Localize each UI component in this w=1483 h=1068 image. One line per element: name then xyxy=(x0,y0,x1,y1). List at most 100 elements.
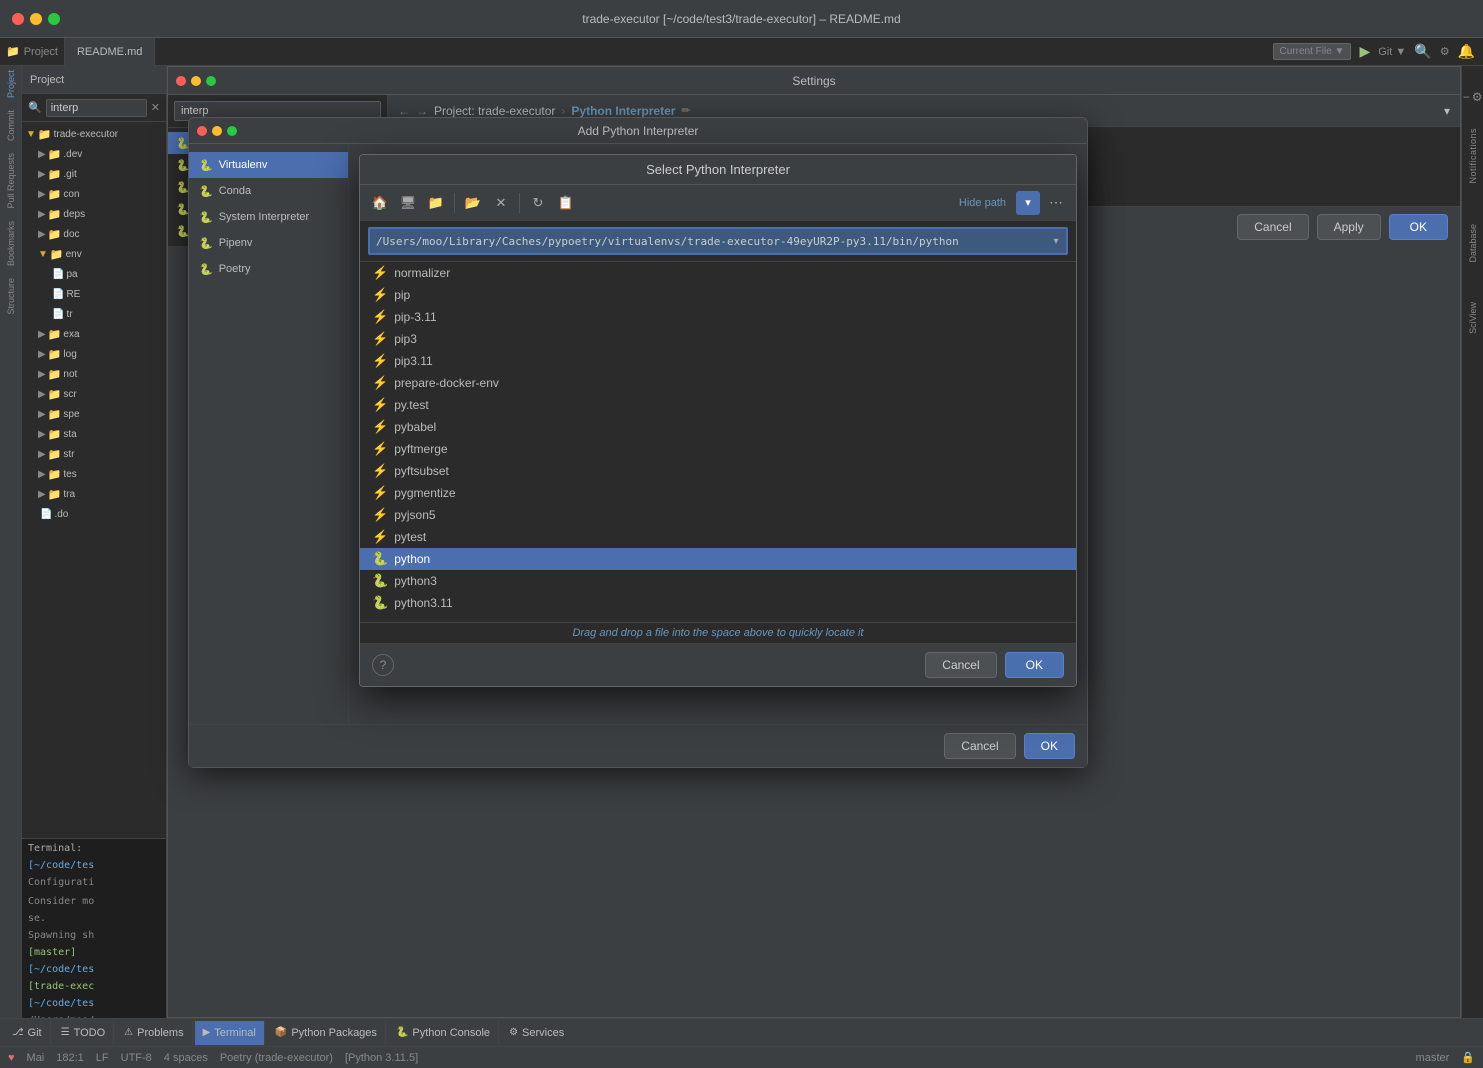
project-panel: Project 🔍 ✕ ▼ 📁 trade-executor ▶ 📁 .dev xyxy=(22,66,167,1018)
tree-item-git[interactable]: ▶ 📁 .git xyxy=(22,164,166,184)
breadcrumb-arrow-forward[interactable]: → xyxy=(416,104,428,118)
charset[interactable]: UTF-8 xyxy=(121,1052,152,1064)
settings-apply-button[interactable]: Apply xyxy=(1317,214,1381,240)
title-bar: trade-executor [~/code/test3/trade-execu… xyxy=(0,0,1483,38)
git-branch[interactable]: master xyxy=(1416,1052,1450,1064)
sciview-label[interactable]: SciView xyxy=(1468,302,1478,334)
maximize-button[interactable] xyxy=(48,13,60,25)
settings-ok-button[interactable]: OK xyxy=(1389,214,1448,240)
tab-services[interactable]: ⚙ Services xyxy=(501,1021,572,1045)
terminal-line: /Users/moo/ xyxy=(28,1013,160,1018)
tree-item-spe[interactable]: ▶ 📁 spe xyxy=(22,404,166,424)
add-interpreter-right-content: Select Python Interpreter 🏠 🖥 📁 xyxy=(388,144,1087,206)
tree-item-tra[interactable]: ▶ 📁 tra xyxy=(22,484,166,504)
sidebar-commit-icon[interactable]: Commit xyxy=(6,110,16,141)
terminal-line: [~/code/tes xyxy=(28,996,160,1011)
tree-item-trade-executor[interactable]: ▼ 📁 trade-executor xyxy=(22,124,166,144)
search-icon[interactable]: 🔍 xyxy=(1414,43,1431,60)
heart-icon: ♥ xyxy=(8,1052,15,1064)
tree-item-con[interactable]: ▶ 📁 con xyxy=(22,184,166,204)
copy-btn[interactable]: 📋 xyxy=(554,191,578,207)
select-python-interpreter-dialog: Select Python Interpreter 🏠 🖥 📁 xyxy=(388,154,1077,206)
close-button[interactable] xyxy=(12,13,24,25)
breadcrumb-project: Project: trade-executor xyxy=(434,104,555,118)
bottom-tabs-bar: ⎇ Git ☰ TODO ⚠ Problems ▶ Terminal 📦 Pyt… xyxy=(0,1018,1483,1046)
desktop-btn[interactable]: 🖥 xyxy=(396,191,420,207)
notifications-label[interactable]: Notifications xyxy=(1468,128,1478,184)
minus-icon[interactable]: − xyxy=(1463,90,1470,104)
settings-close-btn[interactable] xyxy=(176,76,186,86)
project-tree: ▼ 📁 trade-executor ▶ 📁 .dev ▶ 📁 .git ▶ 📁 xyxy=(22,122,166,838)
packages-tab-icon: 📦 xyxy=(275,1027,287,1038)
database-label[interactable]: Database xyxy=(1468,224,1478,263)
tab-python-console[interactable]: 🐍 Python Console xyxy=(388,1021,499,1045)
tree-item-scr[interactable]: ▶ 📁 scr xyxy=(22,384,166,404)
sidebar-structure-icon[interactable]: Structure xyxy=(6,278,16,315)
run-icon[interactable]: ▶ xyxy=(1359,43,1370,60)
settings-maximize-btn[interactable] xyxy=(206,76,216,86)
settings-cancel-button[interactable]: Cancel xyxy=(1237,214,1308,240)
todo-tab-icon: ☰ xyxy=(61,1027,70,1038)
tree-item-dev[interactable]: ▶ 📁 .dev xyxy=(22,144,166,164)
tree-item-str[interactable]: ▶ 📁 str xyxy=(22,444,166,464)
project-label: Project xyxy=(24,46,58,58)
line-endings[interactable]: LF xyxy=(96,1052,109,1064)
chevron-down-icon[interactable]: ▾ xyxy=(1444,104,1450,118)
tab-problems[interactable]: ⚠ Problems xyxy=(116,1021,192,1045)
refresh-btn[interactable]: ↻ xyxy=(526,191,550,207)
tab-git[interactable]: ⎇ Git xyxy=(4,1021,51,1045)
git-tab-icon: ⎇ xyxy=(12,1027,24,1038)
sidebar-project-icon[interactable]: Project xyxy=(6,70,16,98)
expand-btn[interactable]: ▾ xyxy=(1016,191,1040,207)
gear-icon[interactable]: ⚙ xyxy=(1472,90,1483,104)
tree-item-env[interactable]: ▼ 📁 env xyxy=(22,244,166,264)
terminal-line: [master] xyxy=(28,945,160,960)
file-icon: 📄 xyxy=(52,309,64,320)
cursor-position[interactable]: 182:1 xyxy=(56,1052,84,1064)
home-btn[interactable]: 🏠 xyxy=(388,191,392,207)
tab-readme[interactable]: README.md xyxy=(65,38,155,66)
breadcrumb-section: Python Interpreter xyxy=(571,104,675,118)
git-icon[interactable]: Git ▼ xyxy=(1378,46,1406,58)
tree-item-re[interactable]: 📄 RE xyxy=(22,284,166,304)
tab-python-packages[interactable]: 📦 Python Packages xyxy=(267,1021,386,1045)
python-env[interactable]: Poetry (trade-executor) xyxy=(220,1052,333,1064)
settings-minimize-btn[interactable] xyxy=(191,76,201,86)
current-file-btn[interactable]: Current File ▼ xyxy=(1273,43,1352,60)
sidebar-bookmarks-icon[interactable]: Bookmarks xyxy=(6,221,16,266)
status-bar: ♥ Mai 182:1 LF UTF-8 4 spaces Poetry (tr… xyxy=(0,1046,1483,1068)
search-input[interactable] xyxy=(46,99,147,117)
python-version[interactable]: [Python 3.11.5] xyxy=(345,1052,418,1064)
minimize-button[interactable] xyxy=(30,13,42,25)
tree-item-log[interactable]: ▶ 📁 log xyxy=(22,344,166,364)
breadcrumb-edit-icon[interactable]: ✏ xyxy=(681,104,690,117)
clear-search-icon[interactable]: ✕ xyxy=(151,101,160,114)
hide-path-btn[interactable]: Hide path xyxy=(953,195,1012,207)
new-folder-btn[interactable]: 📂 xyxy=(461,191,485,207)
tree-item-tr[interactable]: 📄 tr xyxy=(22,304,166,324)
breadcrumb-arrow-back[interactable]: ← xyxy=(398,104,410,118)
folder-icon: 📁 xyxy=(48,488,62,501)
tree-item-do[interactable]: 📄 .do xyxy=(22,504,166,524)
terminal-line: se. xyxy=(28,911,160,926)
tree-item-sta[interactable]: ▶ 📁 sta xyxy=(22,424,166,444)
sidebar-pulls-icon[interactable]: Pull Requests xyxy=(6,153,16,209)
folder-btn[interactable]: 📁 xyxy=(424,191,448,207)
indent-setting[interactable]: 4 spaces xyxy=(164,1052,208,1064)
tree-item-pa[interactable]: 📄 pa xyxy=(22,264,166,284)
tab-todo[interactable]: ☰ TODO xyxy=(53,1021,115,1045)
delete-btn[interactable]: ✕ xyxy=(489,191,513,207)
folder-icon: 📁 xyxy=(48,188,62,201)
console-tab-icon: 🐍 xyxy=(396,1027,408,1038)
notification-icon[interactable]: 🔔 xyxy=(1458,43,1475,60)
tree-item-deps[interactable]: ▶ 📁 deps xyxy=(22,204,166,224)
tree-item-tes[interactable]: ▶ 📁 tes xyxy=(22,464,166,484)
branch-name: Mai xyxy=(27,1052,45,1064)
settings-icon[interactable]: ⚙ xyxy=(1440,45,1450,58)
tree-item-doc[interactable]: ▶ 📁 doc xyxy=(22,224,166,244)
more-options-btn[interactable]: ⋯ xyxy=(1044,191,1068,207)
tab-terminal[interactable]: ▶ Terminal xyxy=(195,1021,265,1045)
tree-item-not[interactable]: ▶ 📁 not xyxy=(22,364,166,384)
folder-icon: 📁 xyxy=(48,208,62,221)
tree-item-exa[interactable]: ▶ 📁 exa xyxy=(22,324,166,344)
